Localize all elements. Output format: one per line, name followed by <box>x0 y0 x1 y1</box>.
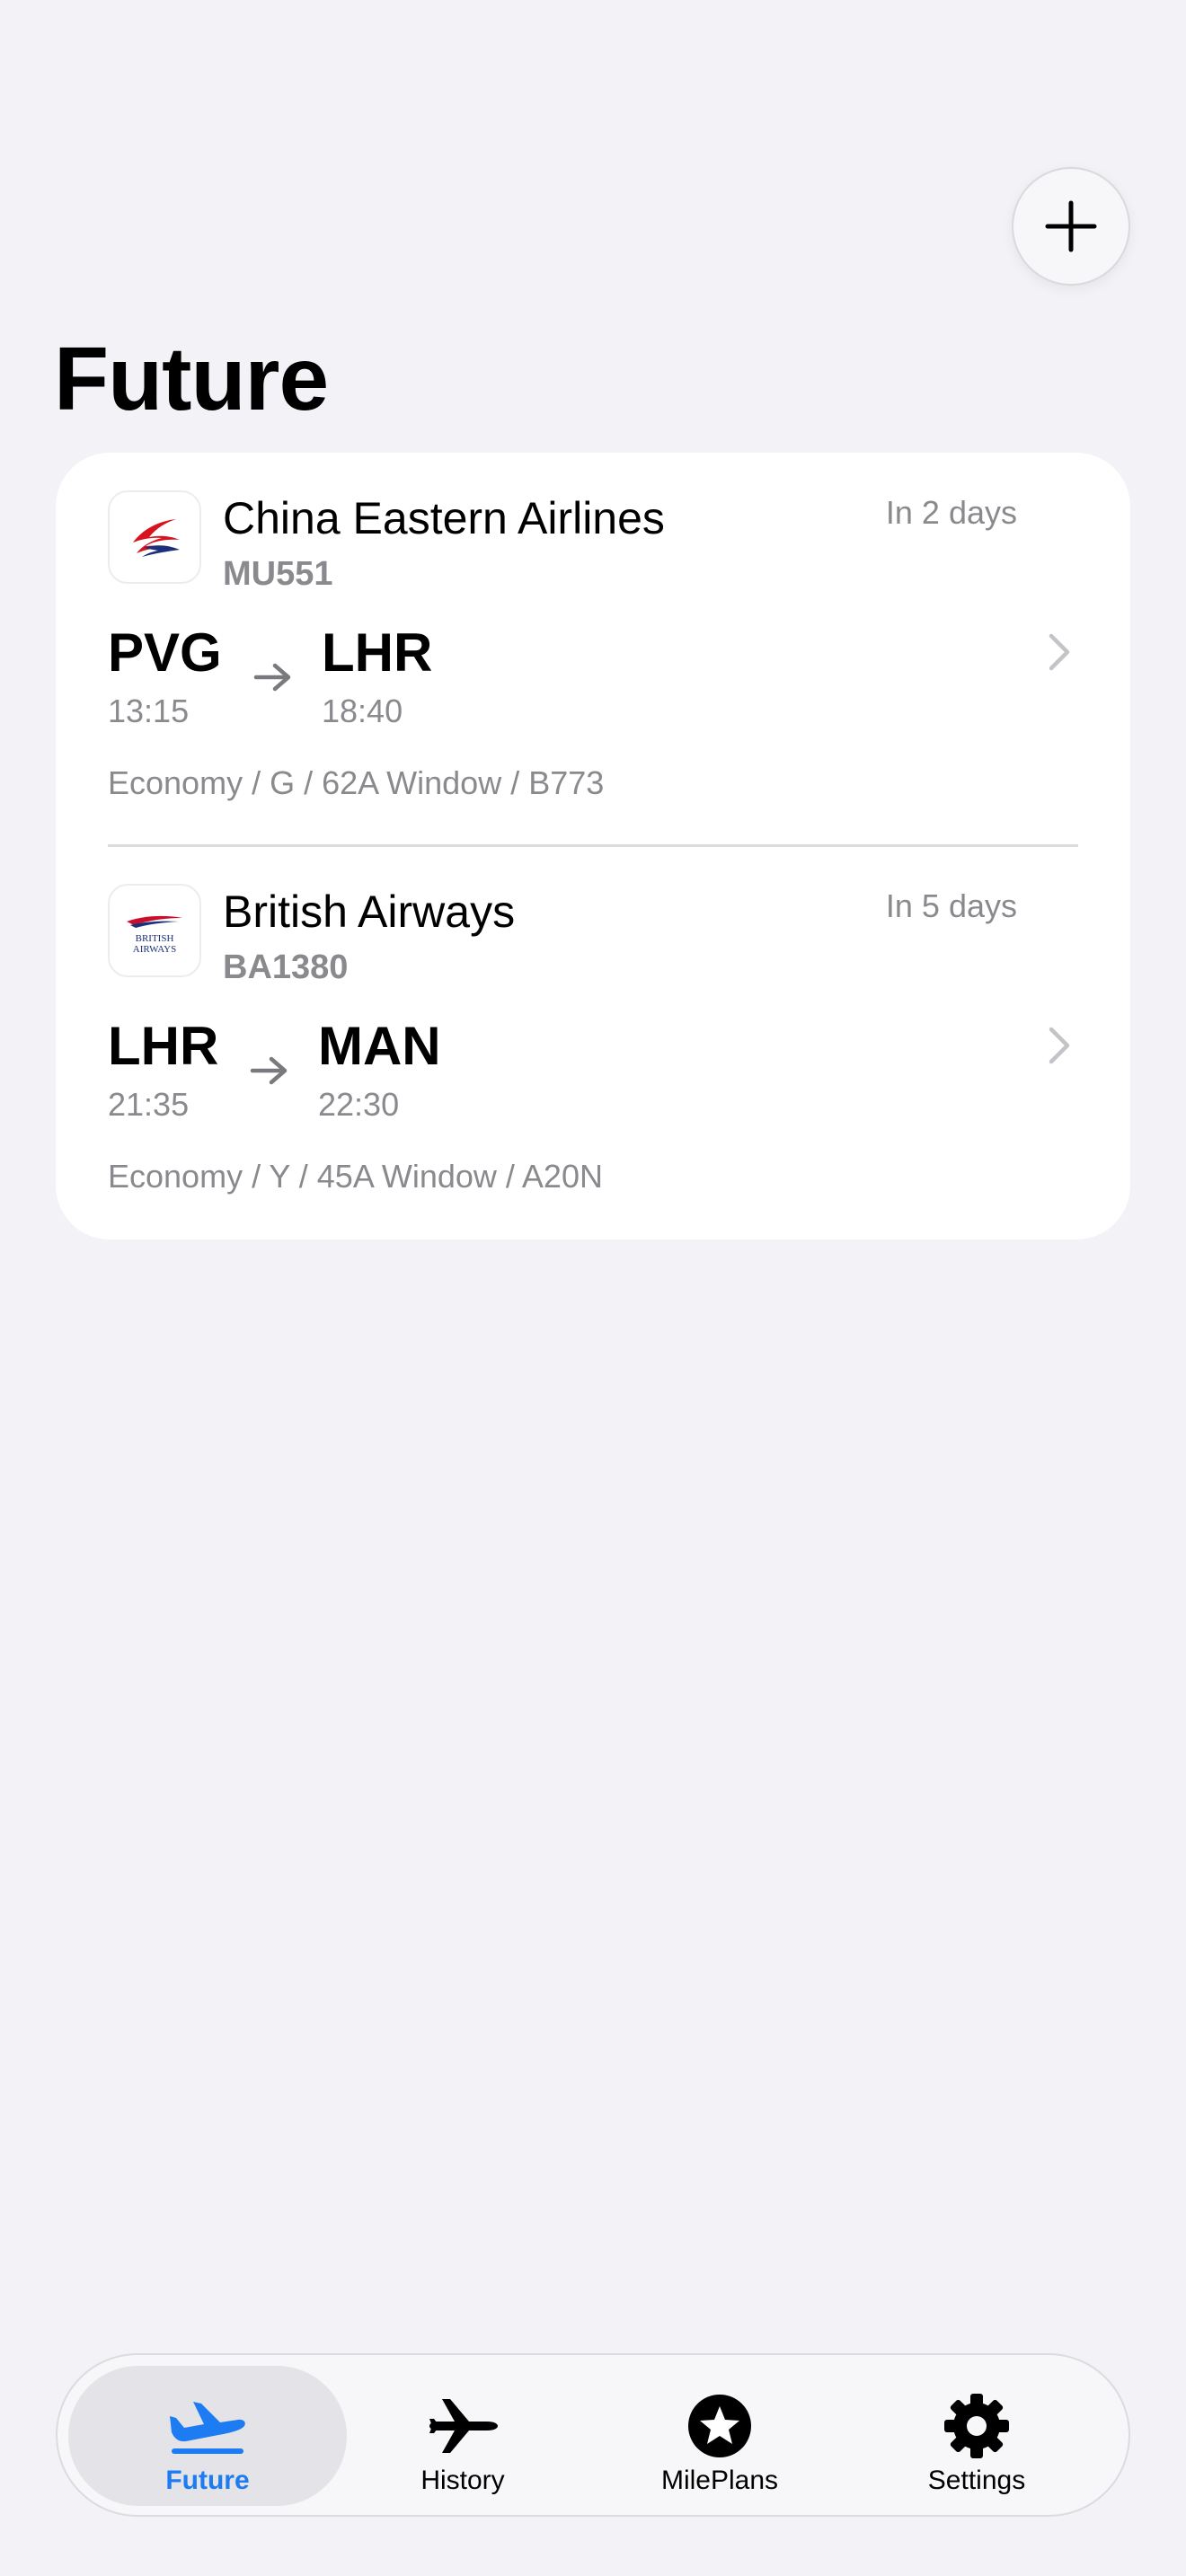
airline-name: British Airways <box>223 887 516 937</box>
flight-details: Economy / G / 62A Window / B773 <box>108 764 605 801</box>
british-airways-logo-icon: BRITISH AIRWAYS <box>127 915 182 955</box>
flight-row-ba1380[interactable]: BRITISH AIRWAYS British Airways BA1380 I… <box>56 846 1130 1239</box>
arrival-time: 18:40 <box>322 693 403 729</box>
tab-mileplans[interactable]: MilePlans <box>580 2366 859 2506</box>
future-screen: Future China Eastern Airlines MU551 In 2… <box>0 0 1186 2576</box>
tab-label: History <box>420 2466 505 2495</box>
china-eastern-logo-icon <box>133 519 180 557</box>
flight-details: Economy / Y / 45A Window / A20N <box>108 1158 603 1195</box>
flight-number: MU551 <box>223 555 333 593</box>
origin-airport: PVG <box>108 622 222 683</box>
plus-icon <box>1045 200 1097 252</box>
chevron-right-icon <box>1049 633 1070 671</box>
relative-date: In 5 days <box>885 887 1017 924</box>
flight-row-mu551[interactable]: China Eastern Airlines MU551 In 2 days P… <box>56 453 1130 847</box>
chevron-right-icon <box>1049 1027 1070 1064</box>
plane-departure-icon <box>166 2393 249 2459</box>
gear-icon <box>943 2393 1010 2459</box>
flight-number: BA1380 <box>223 948 349 986</box>
tab-settings[interactable]: Settings <box>837 2366 1116 2506</box>
departure-time: 21:35 <box>108 1086 190 1123</box>
tab-label: Future <box>165 2466 250 2495</box>
arrow-right-icon <box>250 1056 288 1085</box>
tab-label: MilePlans <box>660 2466 779 2495</box>
add-flight-button[interactable] <box>1012 167 1130 286</box>
flights-card: China Eastern Airlines MU551 In 2 days P… <box>56 453 1130 1239</box>
svg-text:AIRWAYS: AIRWAYS <box>133 944 177 955</box>
star-circle-icon <box>687 2393 752 2459</box>
china-eastern-logo <box>108 490 201 584</box>
tab-future[interactable]: Future <box>68 2366 347 2506</box>
relative-date: In 2 days <box>885 494 1017 531</box>
tab-bar: Future History MilePlans Settings <box>56 2353 1130 2517</box>
tab-label: Settings <box>927 2466 1026 2495</box>
arrow-right-icon <box>253 663 291 692</box>
svg-text:BRITISH: BRITISH <box>136 933 174 944</box>
origin-airport: LHR <box>108 1016 219 1076</box>
british-airways-logo: BRITISH AIRWAYS <box>108 884 201 977</box>
destination-airport: LHR <box>322 622 433 683</box>
destination-airport: MAN <box>318 1016 441 1076</box>
plane-icon <box>426 2393 500 2459</box>
tab-history[interactable]: History <box>323 2366 602 2506</box>
arrival-time: 22:30 <box>318 1086 400 1123</box>
departure-time: 13:15 <box>108 693 190 729</box>
airline-name: China Eastern Airlines <box>223 493 665 543</box>
page-title: Future <box>54 329 329 429</box>
